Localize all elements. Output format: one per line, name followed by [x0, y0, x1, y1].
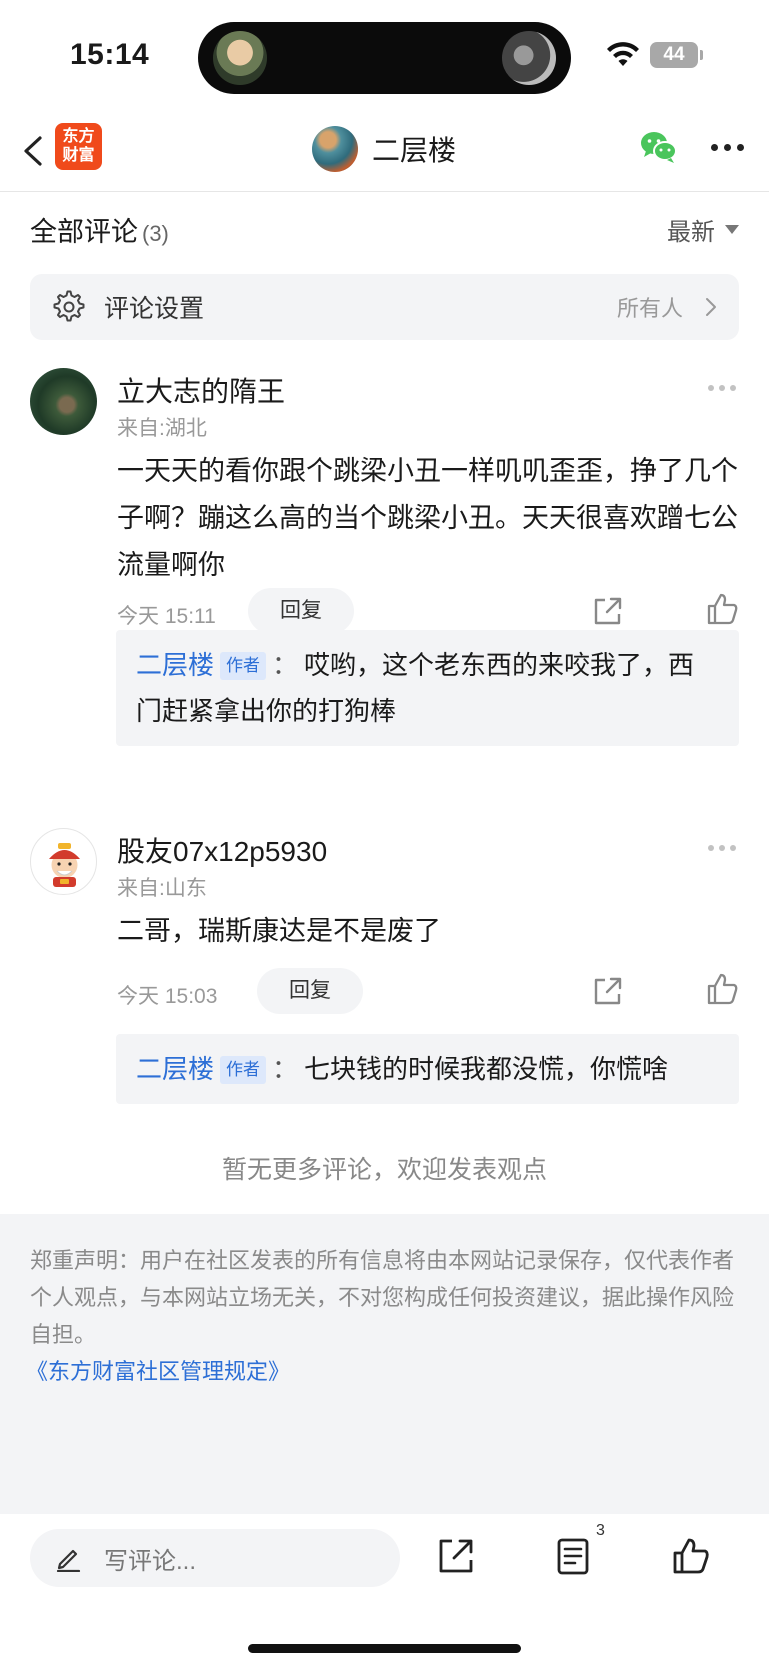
share-icon[interactable] [436, 1536, 476, 1576]
comment-count-badge: 3 [596, 1522, 605, 1539]
reply-button[interactable]: 回复 [248, 588, 354, 634]
reply-author-name[interactable]: 二层楼 [136, 650, 214, 680]
eastmoney-logo[interactable]: 东方 财富 [55, 123, 102, 170]
dynamic-island [198, 22, 571, 94]
gear-icon [53, 290, 85, 322]
comment-settings-row[interactable]: 评论设置 所有人 [30, 274, 739, 340]
island-right-avatar [502, 31, 556, 85]
comment-settings-label: 评论设置 [104, 295, 205, 323]
commenter-name[interactable]: 立大志的隋王 [117, 370, 285, 410]
comment-time: 今天 15:11 [117, 605, 216, 628]
sort-label: 最新 [667, 218, 715, 246]
author-badge: 作者 [220, 652, 267, 680]
author-avatar[interactable] [312, 126, 358, 172]
comments-header: 全部评论 (3) 最新 [30, 192, 739, 266]
thumbs-up-icon[interactable] [706, 592, 740, 626]
commenter-location: 来自:山东 [117, 877, 207, 900]
battery-cap [700, 50, 703, 60]
home-indicator[interactable] [248, 1644, 521, 1653]
comment-settings-value: 所有人 [616, 296, 683, 321]
sort-dropdown[interactable]: 最新 [667, 212, 739, 247]
share-icon[interactable] [591, 974, 625, 1008]
comment-more-icon[interactable] [708, 385, 738, 391]
reply-author-name[interactable]: 二层楼 [136, 1054, 214, 1084]
comment-more-icon[interactable] [708, 845, 738, 851]
thumbs-up-icon[interactable] [671, 1536, 711, 1576]
wechat-share-icon[interactable] [640, 130, 678, 164]
commenter-location: 来自:湖北 [117, 417, 207, 440]
no-more-comments: 暂无更多评论，欢迎发表观点 [221, 1156, 547, 1184]
more-options-icon[interactable] [711, 144, 745, 152]
write-comment-input[interactable]: 写评论... [30, 1529, 400, 1587]
commenter-name[interactable]: 股友07x12p5930 [117, 830, 327, 870]
comment-input-placeholder: 写评论... [104, 1547, 197, 1575]
comment-text: 一天天的看你跟个跳梁小丑一样叽叽歪歪，挣了几个子啊？蹦这么高的当个跳梁小丑。天天… [117, 456, 738, 580]
top-navigation-bar: 东方 财富 二层楼 [0, 110, 769, 192]
commenter-avatar[interactable] [30, 828, 97, 895]
pencil-icon [56, 1549, 81, 1572]
brand-logo-line2: 财富 [62, 147, 95, 164]
comments-list-icon[interactable] [553, 1536, 593, 1576]
brand-logo-line1: 东方 [62, 128, 95, 145]
reply-button[interactable]: 回复 [257, 968, 363, 1014]
comments-title: 全部评论 [30, 216, 138, 247]
share-icon[interactable] [591, 594, 625, 628]
back-arrow-icon[interactable] [20, 128, 50, 174]
author-badge: 作者 [220, 1056, 267, 1084]
island-left-avatar [213, 31, 267, 85]
status-bar: 15:14 44 [0, 0, 769, 110]
comment-text: 二哥，瑞斯康达是不是废了 [117, 916, 441, 946]
caret-down-icon [725, 224, 739, 234]
reply-text: 七块钱的时候我都没慌，你慌啥 [304, 1054, 669, 1084]
community-rules-link[interactable]: 《东方财富社区管理规定》 [26, 1353, 739, 1390]
fortune-god-avatar-icon [49, 843, 80, 887]
bottom-action-bar: 写评论... 3 [0, 1514, 769, 1665]
reply-colon: ： [272, 1054, 299, 1084]
thumbs-up-icon[interactable] [706, 972, 740, 1006]
commenter-avatar[interactable] [30, 368, 97, 435]
reply-colon: ： [272, 650, 299, 680]
page-title-group[interactable]: 二层楼 [312, 124, 456, 174]
comments-title-group: 全部评论 (3) [30, 210, 169, 249]
comment-time: 今天 15:03 [117, 985, 218, 1008]
battery-indicator: 44 [650, 42, 698, 68]
status-time: 15:14 [70, 38, 150, 71]
disclaimer-section: 郑重声明：用户在社区发表的所有信息将由本网站记录保存，仅代表作者个人观点，与本网… [0, 1214, 769, 1514]
wifi-icon [607, 42, 639, 66]
disclaimer-text: 郑重声明：用户在社区发表的所有信息将由本网站记录保存，仅代表作者个人观点，与本网… [30, 1248, 735, 1347]
comments-count: (3) [142, 220, 169, 246]
page-title: 二层楼 [372, 135, 457, 166]
author-reply: 二层楼 作者：七块钱的时候我都没慌，你慌啥 [116, 1034, 739, 1104]
author-reply: 二层楼 作者：哎哟，这个老东西的来咬我了，西门赶紧拿出你的打狗棒 [116, 630, 739, 746]
chevron-right-icon [706, 298, 716, 316]
